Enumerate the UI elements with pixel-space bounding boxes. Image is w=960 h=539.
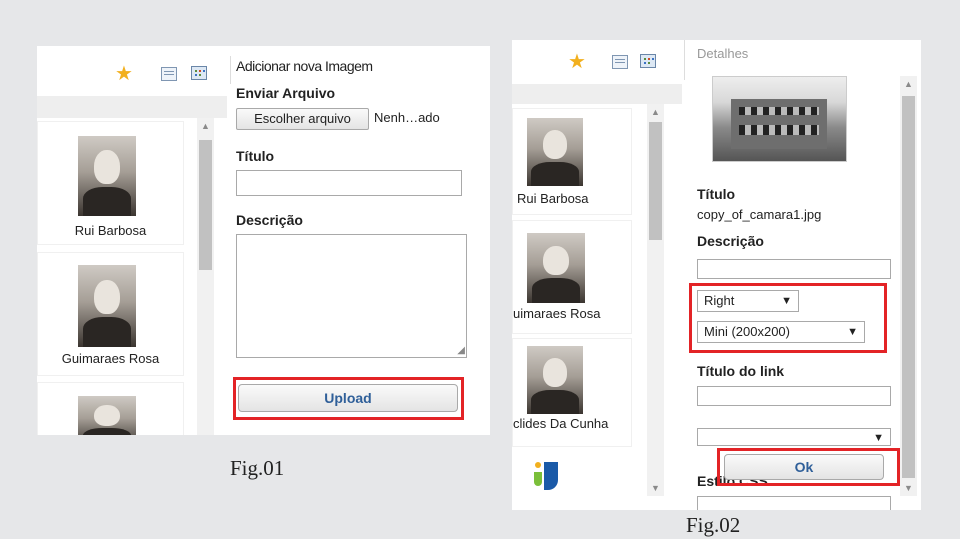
scroll-up-icon[interactable]: ▲ bbox=[904, 79, 913, 89]
scrollbar-thumb[interactable] bbox=[199, 140, 212, 270]
title-label: Título bbox=[697, 186, 736, 202]
list-item[interactable]: Rui Barbosa bbox=[512, 108, 632, 215]
app-logo bbox=[534, 460, 562, 492]
fig2-caption: Fig.02 bbox=[686, 513, 741, 537]
resize-handle-icon[interactable]: ◢ bbox=[457, 345, 465, 356]
filename-text: copy_of_camara1.jpg bbox=[697, 207, 822, 222]
title-input[interactable] bbox=[236, 170, 462, 196]
detail-preview-image bbox=[712, 76, 847, 162]
description-input[interactable] bbox=[697, 259, 891, 279]
list-item[interactable]: clides Da Cunha bbox=[512, 338, 632, 447]
ok-highlight bbox=[717, 448, 900, 486]
fig2-panel: ★ Rui Barbosa uimaraes Rosa clides Da Cu… bbox=[512, 40, 921, 510]
list-item-label: Rui Barbosa bbox=[74, 223, 147, 238]
portrait-image bbox=[527, 118, 583, 186]
star-icon[interactable]: ★ bbox=[115, 64, 133, 84]
toolbar-divider bbox=[230, 56, 231, 84]
star-icon[interactable]: ★ bbox=[568, 52, 586, 72]
list-item[interactable]: Rui Barbosa bbox=[37, 121, 184, 245]
portrait-image bbox=[78, 265, 136, 347]
choose-file-button[interactable]: Escolher arquivo bbox=[236, 108, 369, 130]
portrait-image bbox=[527, 233, 585, 303]
list-item[interactable] bbox=[37, 382, 184, 435]
upload-highlight bbox=[233, 377, 464, 420]
portrait-image bbox=[78, 396, 136, 435]
css-style-input[interactable] bbox=[697, 496, 891, 510]
chevron-down-icon: ▼ bbox=[873, 432, 884, 444]
sidebar-header-bar bbox=[512, 84, 682, 104]
list-item-label: Guimaraes Rosa bbox=[61, 351, 160, 366]
list-view-icon[interactable] bbox=[612, 55, 628, 69]
scroll-up-icon[interactable]: ▲ bbox=[651, 107, 660, 117]
link-title-input[interactable] bbox=[697, 386, 891, 406]
fig1-caption: Fig.01 bbox=[230, 456, 285, 480]
sidebar-scrollbar[interactable]: ▲ bbox=[197, 118, 214, 435]
select-highlight bbox=[689, 283, 887, 353]
title-label: Título bbox=[236, 148, 275, 164]
scroll-up-icon[interactable]: ▲ bbox=[201, 121, 210, 131]
link-select[interactable]: ▼ bbox=[697, 428, 891, 446]
portrait-image bbox=[78, 136, 136, 216]
description-label: Descrição bbox=[697, 233, 764, 249]
form-heading: Adicionar nova Imagem bbox=[236, 58, 373, 74]
grid-view-icon[interactable] bbox=[640, 54, 656, 68]
description-label: Descrição bbox=[236, 212, 303, 228]
scrollbar-thumb[interactable] bbox=[649, 122, 662, 240]
list-item-label: uimaraes Rosa bbox=[513, 306, 601, 321]
list-item[interactable]: uimaraes Rosa bbox=[512, 220, 632, 334]
description-textarea[interactable]: ◢ bbox=[236, 234, 467, 358]
sidebar-scrollbar[interactable]: ▲ ▼ bbox=[647, 104, 664, 496]
fig1-panel: ★ Rui Barbosa Guimaraes Rosa ▲ Adicionar… bbox=[37, 46, 490, 435]
sidebar-header-bar bbox=[37, 96, 227, 118]
link-title-label: Título do link bbox=[697, 363, 785, 379]
details-scrollbar[interactable]: ▲ ▼ bbox=[900, 76, 917, 496]
list-item-label: Rui Barbosa bbox=[517, 191, 589, 206]
portrait-image bbox=[527, 346, 583, 414]
file-status: Nenh…ado bbox=[374, 110, 440, 125]
upload-label: Enviar Arquivo bbox=[236, 85, 336, 101]
scrollbar-thumb[interactable] bbox=[902, 96, 915, 478]
toolbar-divider bbox=[684, 40, 685, 80]
grid-view-icon[interactable] bbox=[191, 66, 207, 80]
scroll-down-icon[interactable]: ▼ bbox=[904, 483, 913, 493]
list-item[interactable]: Guimaraes Rosa bbox=[37, 252, 184, 376]
details-heading: Detalhes bbox=[697, 46, 749, 61]
list-view-icon[interactable] bbox=[161, 67, 177, 81]
scroll-down-icon[interactable]: ▼ bbox=[651, 483, 660, 493]
list-item-label: clides Da Cunha bbox=[513, 416, 609, 431]
